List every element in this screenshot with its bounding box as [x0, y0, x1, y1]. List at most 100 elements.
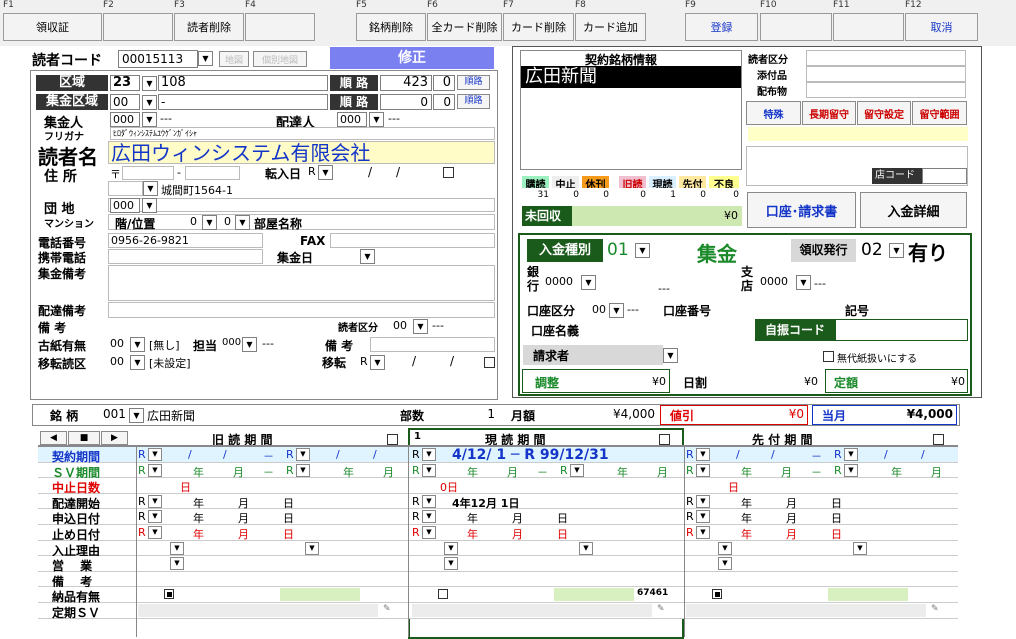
danchi-dropdown[interactable]: ▼ — [142, 198, 157, 213]
attachment-input[interactable] — [806, 66, 966, 82]
delivery-note-input[interactable] — [108, 302, 495, 318]
old-sv-end-dropdown[interactable]: ▼ — [296, 463, 310, 477]
danchi-code[interactable]: 000 — [110, 198, 140, 213]
old-deliv-start-dropdown[interactable]: ▼ — [148, 494, 162, 508]
f4-button[interactable] — [245, 13, 315, 41]
add-card-button[interactable]: カード追加 — [575, 13, 646, 41]
detail-map-button[interactable]: 個別地図 — [253, 51, 307, 67]
current-reason2-dropdown[interactable]: ▼ — [579, 541, 593, 555]
old-sv-start-dropdown[interactable]: ▼ — [148, 463, 162, 477]
delete-card-button[interactable]: カード削除 — [503, 13, 574, 41]
brand-dropdown[interactable]: ▼ — [129, 408, 144, 423]
no-charge-checkbox[interactable] — [823, 351, 834, 362]
route-sub-input[interactable]: 0 — [433, 75, 455, 91]
staff-dropdown[interactable]: ▼ — [242, 337, 257, 352]
current-deliv-start-dropdown[interactable]: ▼ — [422, 494, 436, 508]
store-code-input[interactable] — [922, 168, 967, 184]
collection-note-input[interactable] — [108, 265, 495, 301]
phone-input[interactable]: 0956-26-9821 — [108, 233, 263, 248]
account-bill-button[interactable]: 口座･請求書 — [747, 192, 856, 228]
position-dropdown[interactable]: ▼ — [235, 215, 250, 230]
remark2-input[interactable] — [370, 337, 495, 352]
deliverer-dropdown[interactable]: ▼ — [369, 112, 384, 127]
fax-input[interactable] — [330, 233, 495, 248]
future-reason2-dropdown[interactable]: ▼ — [853, 541, 867, 555]
address-line-input[interactable] — [108, 198, 495, 212]
current-sales-dropdown[interactable]: ▼ — [444, 557, 458, 571]
map-button[interactable]: 地図 — [219, 51, 249, 67]
f2-button[interactable] — [103, 13, 173, 41]
collection-area-code[interactable]: 00 — [110, 94, 140, 110]
current-reason-dropdown[interactable]: ▼ — [444, 541, 458, 555]
future-contract-start-dropdown[interactable]: ▼ — [696, 448, 710, 461]
future-period-checkbox[interactable] — [933, 434, 944, 445]
absence-setting-button[interactable]: 留守設定 — [857, 101, 911, 125]
current-apply-dropdown[interactable]: ▼ — [422, 510, 436, 524]
move-checkbox[interactable] — [484, 357, 495, 368]
town-dropdown[interactable]: ▼ — [143, 181, 158, 196]
distribution-input[interactable] — [806, 82, 966, 98]
current-sv-start-dropdown[interactable]: ▼ — [422, 463, 436, 477]
next-button[interactable]: ▶ — [101, 431, 128, 445]
prev-button[interactable]: ◀ — [40, 431, 67, 445]
route-input[interactable]: 423 — [380, 75, 432, 91]
old-period-checkbox[interactable] — [387, 434, 398, 445]
collection-day-dropdown[interactable]: ▼ — [360, 249, 375, 264]
payment-type-dropdown[interactable]: ▼ — [635, 243, 650, 258]
old-reason-dropdown[interactable]: ▼ — [170, 541, 184, 555]
deliverer-code[interactable]: 000 — [337, 112, 367, 127]
cancel-button[interactable]: 取消 — [905, 13, 978, 41]
future-sales-dropdown[interactable]: ▼ — [718, 557, 732, 571]
old-stopdate-dropdown[interactable]: ▼ — [148, 526, 162, 539]
delete-all-cards-button[interactable]: 全カード削除 — [427, 13, 502, 41]
current-regular-sv-icon[interactable]: ✎ — [657, 604, 673, 617]
old-regular-sv-icon[interactable]: ✎ — [383, 604, 399, 617]
old-contract-end-dropdown[interactable]: ▼ — [296, 448, 310, 461]
coll-route-sub[interactable]: 0 — [433, 94, 455, 110]
current-stopdate-dropdown[interactable]: ▼ — [422, 526, 436, 539]
current-period-checkbox[interactable] — [659, 434, 670, 445]
future-sv-end-dropdown[interactable]: ▼ — [844, 463, 858, 477]
register-button[interactable]: 登録 — [685, 13, 758, 41]
bank-dropdown[interactable]: ▼ — [581, 275, 596, 290]
branch-dropdown[interactable]: ▼ — [796, 275, 811, 290]
delete-brand-button[interactable]: 銘柄削除 — [356, 13, 426, 41]
future-contract-end-dropdown[interactable]: ▼ — [844, 448, 858, 461]
route-button[interactable]: 順路 — [457, 75, 490, 90]
payment-detail-button[interactable]: 入金詳細 — [860, 192, 967, 228]
old-paper-dropdown[interactable]: ▼ — [130, 337, 145, 352]
special-button[interactable]: 特殊 — [746, 101, 801, 125]
coll-route-input[interactable]: 0 — [380, 94, 432, 110]
reader-class-side-input[interactable] — [806, 50, 966, 66]
old-contract-start-dropdown[interactable]: ▼ — [148, 448, 162, 461]
delete-reader-button[interactable]: 読者削除 — [174, 13, 244, 41]
postal-code-1[interactable] — [122, 166, 174, 180]
receipt-issue-dropdown[interactable]: ▼ — [889, 243, 904, 258]
collector-code[interactable]: 000 — [110, 112, 140, 127]
floor-dropdown[interactable]: ▼ — [202, 215, 217, 230]
stop-button[interactable]: ■ — [68, 431, 100, 445]
future-stopdate-dropdown[interactable]: ▼ — [696, 526, 710, 539]
postal-code-2[interactable] — [185, 166, 240, 180]
future-apply-dropdown[interactable]: ▼ — [696, 510, 710, 524]
area-dropdown[interactable]: ▼ — [142, 76, 157, 91]
current-delivered-checkbox[interactable] — [438, 589, 448, 600]
f10-button[interactable] — [760, 13, 832, 41]
future-regular-sv-icon[interactable]: ✎ — [931, 604, 947, 617]
area-code-input[interactable]: 23 — [110, 75, 140, 91]
old-sales-dropdown[interactable]: ▼ — [170, 557, 184, 571]
move-era-dropdown[interactable]: ▼ — [370, 355, 385, 370]
old-apply-dropdown[interactable]: ▼ — [148, 510, 162, 524]
collector-dropdown[interactable]: ▼ — [142, 112, 157, 127]
account-class-dropdown[interactable]: ▼ — [609, 303, 624, 318]
billing-person-dropdown[interactable]: ▼ — [663, 348, 678, 363]
future-sv-start-dropdown[interactable]: ▼ — [696, 463, 710, 477]
transfer-dropdown[interactable]: ▼ — [130, 355, 145, 370]
current-contract-start-dropdown[interactable]: ▼ — [422, 448, 436, 461]
old-reason2-dropdown[interactable]: ▼ — [305, 541, 319, 555]
future-reason-dropdown[interactable]: ▼ — [718, 541, 732, 555]
furigana-input[interactable]: ﾋﾛﾀﾞｳｨﾝｼｽﾃﾑﾕｳｹﾞﾝｶﾞｲｼｬ — [110, 127, 495, 140]
reader-class-dropdown[interactable]: ▼ — [413, 319, 428, 334]
receipt-button[interactable]: 領収証 — [3, 13, 102, 41]
collection-area-dropdown[interactable]: ▼ — [142, 95, 157, 110]
